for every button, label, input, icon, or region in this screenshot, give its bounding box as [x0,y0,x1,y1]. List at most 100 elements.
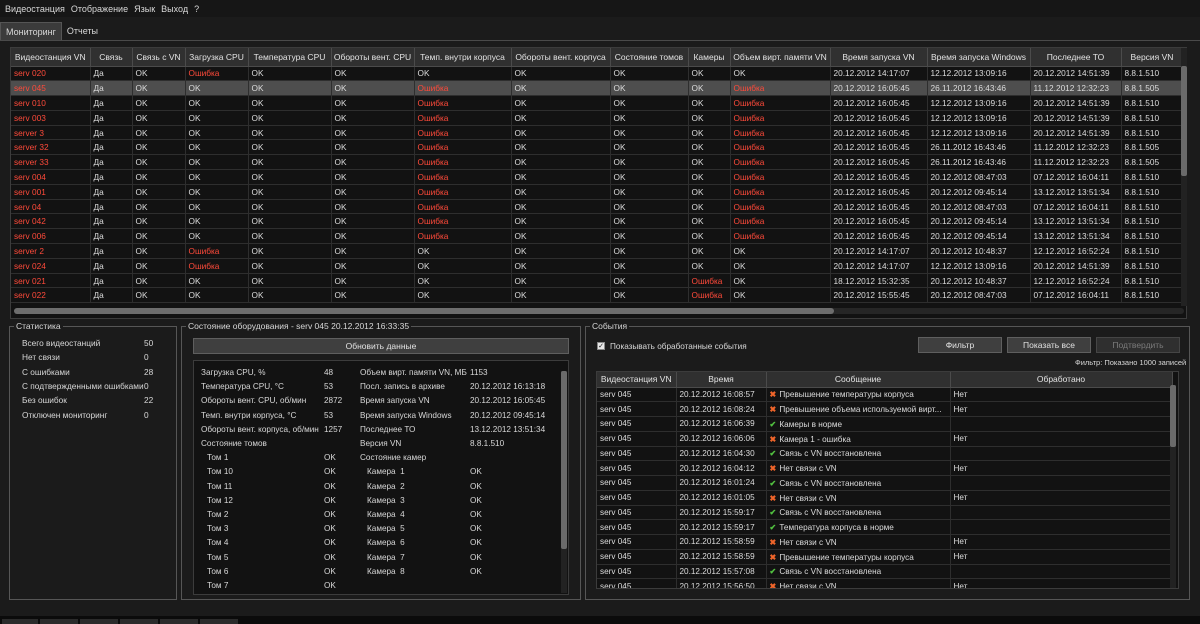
event-station-cell: serv 045 [597,416,677,432]
grid-column-header[interactable]: Последнее ТО [1030,48,1122,67]
table-row[interactable]: serv 021 Да OK OK OK OK OK OK OK Ошибка OK 18.12.20… [11,273,1184,289]
table-cell: OK [610,95,689,111]
scroll-thumb[interactable] [1181,66,1187,176]
table-cell: 20.12.2012 16:05:45 [830,139,928,156]
menu-help[interactable]: ? [194,4,199,14]
table-row[interactable]: serv 022 Да OK OK OK OK OK OK OK Ошибка OK 20.12.20… [11,287,1184,304]
event-row[interactable]: serv 045 20.12.2012 15:59:17 ✔ Температура … [597,519,1173,535]
table-row[interactable]: serv 042 Да OK OK OK OK Ошибка OK OK OK Ошибка 20.1… [11,213,1184,230]
tab-reports[interactable]: Отчеты [62,22,103,41]
event-row[interactable]: serv 045 20.12.2012 16:08:24 ✖ Превышение о… [597,401,1173,417]
events-column-header[interactable]: Обработано [950,372,1173,388]
event-row[interactable]: serv 045 20.12.2012 16:06:06 ✖ Камера 1 - о… [597,431,1173,447]
menu-videostation[interactable]: Видеостанция [5,4,65,14]
table-row[interactable]: serv 045 Да OK OK OK OK Ошибка OK OK OK Ошибка 20.1… [11,80,1184,97]
table-cell: Ошибка [414,169,512,185]
grid-column-header[interactable]: Объем вирт. памяти VN [730,48,831,67]
event-row[interactable]: serv 045 20.12.2012 15:57:08 ✔ Связь с VN в… [597,564,1173,580]
table-row[interactable]: serv 024 Да OK Ошибка OK OK OK OK OK OK OK 20.12.20… [11,258,1184,274]
filter-button[interactable]: Фильтр [918,337,1002,353]
grid-column-header[interactable]: Темп. внутри корпуса [414,48,512,67]
event-row[interactable]: serv 045 20.12.2012 15:58:59 ✖ Нет связи с … [597,534,1173,550]
scroll-thumb[interactable] [1170,385,1176,447]
volume-status: OK [324,510,336,519]
event-processed-cell [950,519,1173,535]
table-cell: OK [414,243,512,259]
show-all-button[interactable]: Показать все [1007,337,1091,353]
grid-horizontal-scrollbar[interactable] [14,308,1184,314]
hw-info-value: 8.8.1.510 [470,439,505,448]
table-row[interactable]: serv 003 Да OK OK OK OK Ошибка OK OK OK Ошибка 20.1… [11,110,1184,126]
taskbar-item[interactable] [40,619,78,624]
grid-column-header[interactable]: Обороты вент. CPU [331,48,415,67]
events-column-header[interactable]: Время [676,372,767,388]
event-row[interactable]: serv 045 20.12.2012 16:08:57 ✖ Превышение т… [597,387,1173,403]
confirm-button[interactable]: Подтвердить [1096,337,1180,353]
event-processed-cell [950,505,1173,521]
grid-column-header[interactable]: Время запуска Windows [927,48,1031,67]
event-row[interactable]: serv 045 20.12.2012 16:06:39 ✔ Камеры в нор… [597,416,1173,432]
menu-display[interactable]: Отображение [71,4,128,14]
grid-column-header[interactable]: Время запуска VN [830,48,928,67]
scroll-thumb[interactable] [561,371,567,549]
scroll-thumb[interactable] [14,308,834,314]
tab-monitoring[interactable]: Мониторинг [0,22,62,41]
taskbar-item[interactable] [2,619,38,624]
grid-column-header[interactable]: Связь с VN [132,48,186,67]
grid-column-header[interactable]: Версия VN [1121,48,1184,67]
table-cell: OK [132,273,186,289]
table-row[interactable]: server 3 Да OK OK OK OK Ошибка OK OK OK Ошибка 20.1… [11,125,1184,141]
table-cell: Ошибка [185,66,249,82]
table-row[interactable]: serv 010 Да OK OK OK OK Ошибка OK OK OK Ошибка 20.1… [11,95,1184,111]
table-cell: OK [248,273,332,289]
events-column-header[interactable]: Сообщение [766,372,951,388]
table-row[interactable]: server 2 Да OK Ошибка OK OK OK OK OK OK OK 20.12.20… [11,243,1184,259]
table-cell: 20.12.2012 14:17:07 [830,243,928,259]
table-row[interactable]: serv 04 Да OK OK OK OK Ошибка OK OK OK Ошибка 20.12… [11,199,1184,215]
event-message-cell: ✖ Нет связи с VN [766,578,951,588]
hardware-scrollbar[interactable] [561,371,567,593]
event-row[interactable]: serv 045 20.12.2012 16:04:30 ✔ Связь с VN в… [597,446,1173,462]
menu-language[interactable]: Язык [134,4,155,14]
table-cell: 8.8.1.510 [1121,95,1184,111]
menu-exit[interactable]: Выход [161,4,188,14]
table-cell: OK [688,95,731,111]
cameras-title: Состояние камер [360,453,427,463]
event-row[interactable]: serv 045 20.12.2012 15:58:59 ✖ Превышение т… [597,549,1173,565]
station-name-cell: serv 021 [11,273,91,289]
grid-column-header[interactable]: Видеостанция VN [11,48,91,67]
taskbar-item[interactable] [160,619,198,624]
grid-column-header[interactable]: Загрузка CPU [185,48,249,67]
grid-column-header[interactable]: Температура CPU [248,48,332,67]
station-name-cell: serv 001 [11,184,91,200]
refresh-data-button[interactable]: Обновить данные [193,338,569,354]
table-row[interactable]: serv 020 Да OK Ошибка OK OK OK OK OK OK OK 20.12.20… [11,66,1184,82]
table-row[interactable]: server 33 Да OK OK OK OK Ошибка OK OK OK Ошибка 20.… [11,154,1184,171]
event-row[interactable]: serv 045 20.12.2012 16:04:12 ✖ Нет связи с … [597,460,1173,476]
event-row[interactable]: serv 045 20.12.2012 15:59:17 ✔ Связь с VN в… [597,505,1173,521]
event-row[interactable]: serv 045 20.12.2012 16:01:05 ✖ Нет связи с … [597,490,1173,506]
taskbar-item[interactable] [120,619,158,624]
event-row[interactable]: serv 045 20.12.2012 16:01:24 ✔ Связь с VN в… [597,475,1173,491]
grid-vertical-scrollbar[interactable] [1181,48,1187,306]
taskbar-item[interactable] [200,619,238,624]
table-cell: OK [414,287,512,304]
table-cell: OK [132,184,186,200]
table-row[interactable]: serv 004 Да OK OK OK OK Ошибка OK OK OK Ошибка 20.1… [11,169,1184,185]
taskbar-item[interactable] [80,619,118,624]
grid-column-header[interactable]: Связь [90,48,133,67]
table-row[interactable]: server 32 Да OK OK OK OK Ошибка OK OK OK Ошибка 20.… [11,139,1184,156]
events-scrollbar[interactable] [1170,385,1176,588]
table-cell: OK [414,273,512,289]
events-column-header[interactable]: Видеостанция VN [597,372,677,388]
table-row[interactable]: serv 001 Да OK OK OK OK Ошибка OK OK OK Ошибка 20.1… [11,184,1184,200]
grid-column-header[interactable]: Состояние томов [610,48,689,67]
grid-column-header[interactable]: Камеры [688,48,731,67]
event-row[interactable]: serv 045 20.12.2012 15:56:50 ✖ Нет связи с … [597,578,1173,588]
table-cell: 8.8.1.510 [1121,258,1184,274]
table-cell: OK [132,95,186,111]
table-row[interactable]: serv 006 Да OK OK OK OK Ошибка OK OK OK Ошибка 20.1… [11,228,1184,245]
grid-column-header[interactable]: Обороты вент. корпуса [511,48,611,67]
show-processed-checkbox[interactable]: ✓ [597,342,605,350]
table-cell: OK [688,125,731,141]
